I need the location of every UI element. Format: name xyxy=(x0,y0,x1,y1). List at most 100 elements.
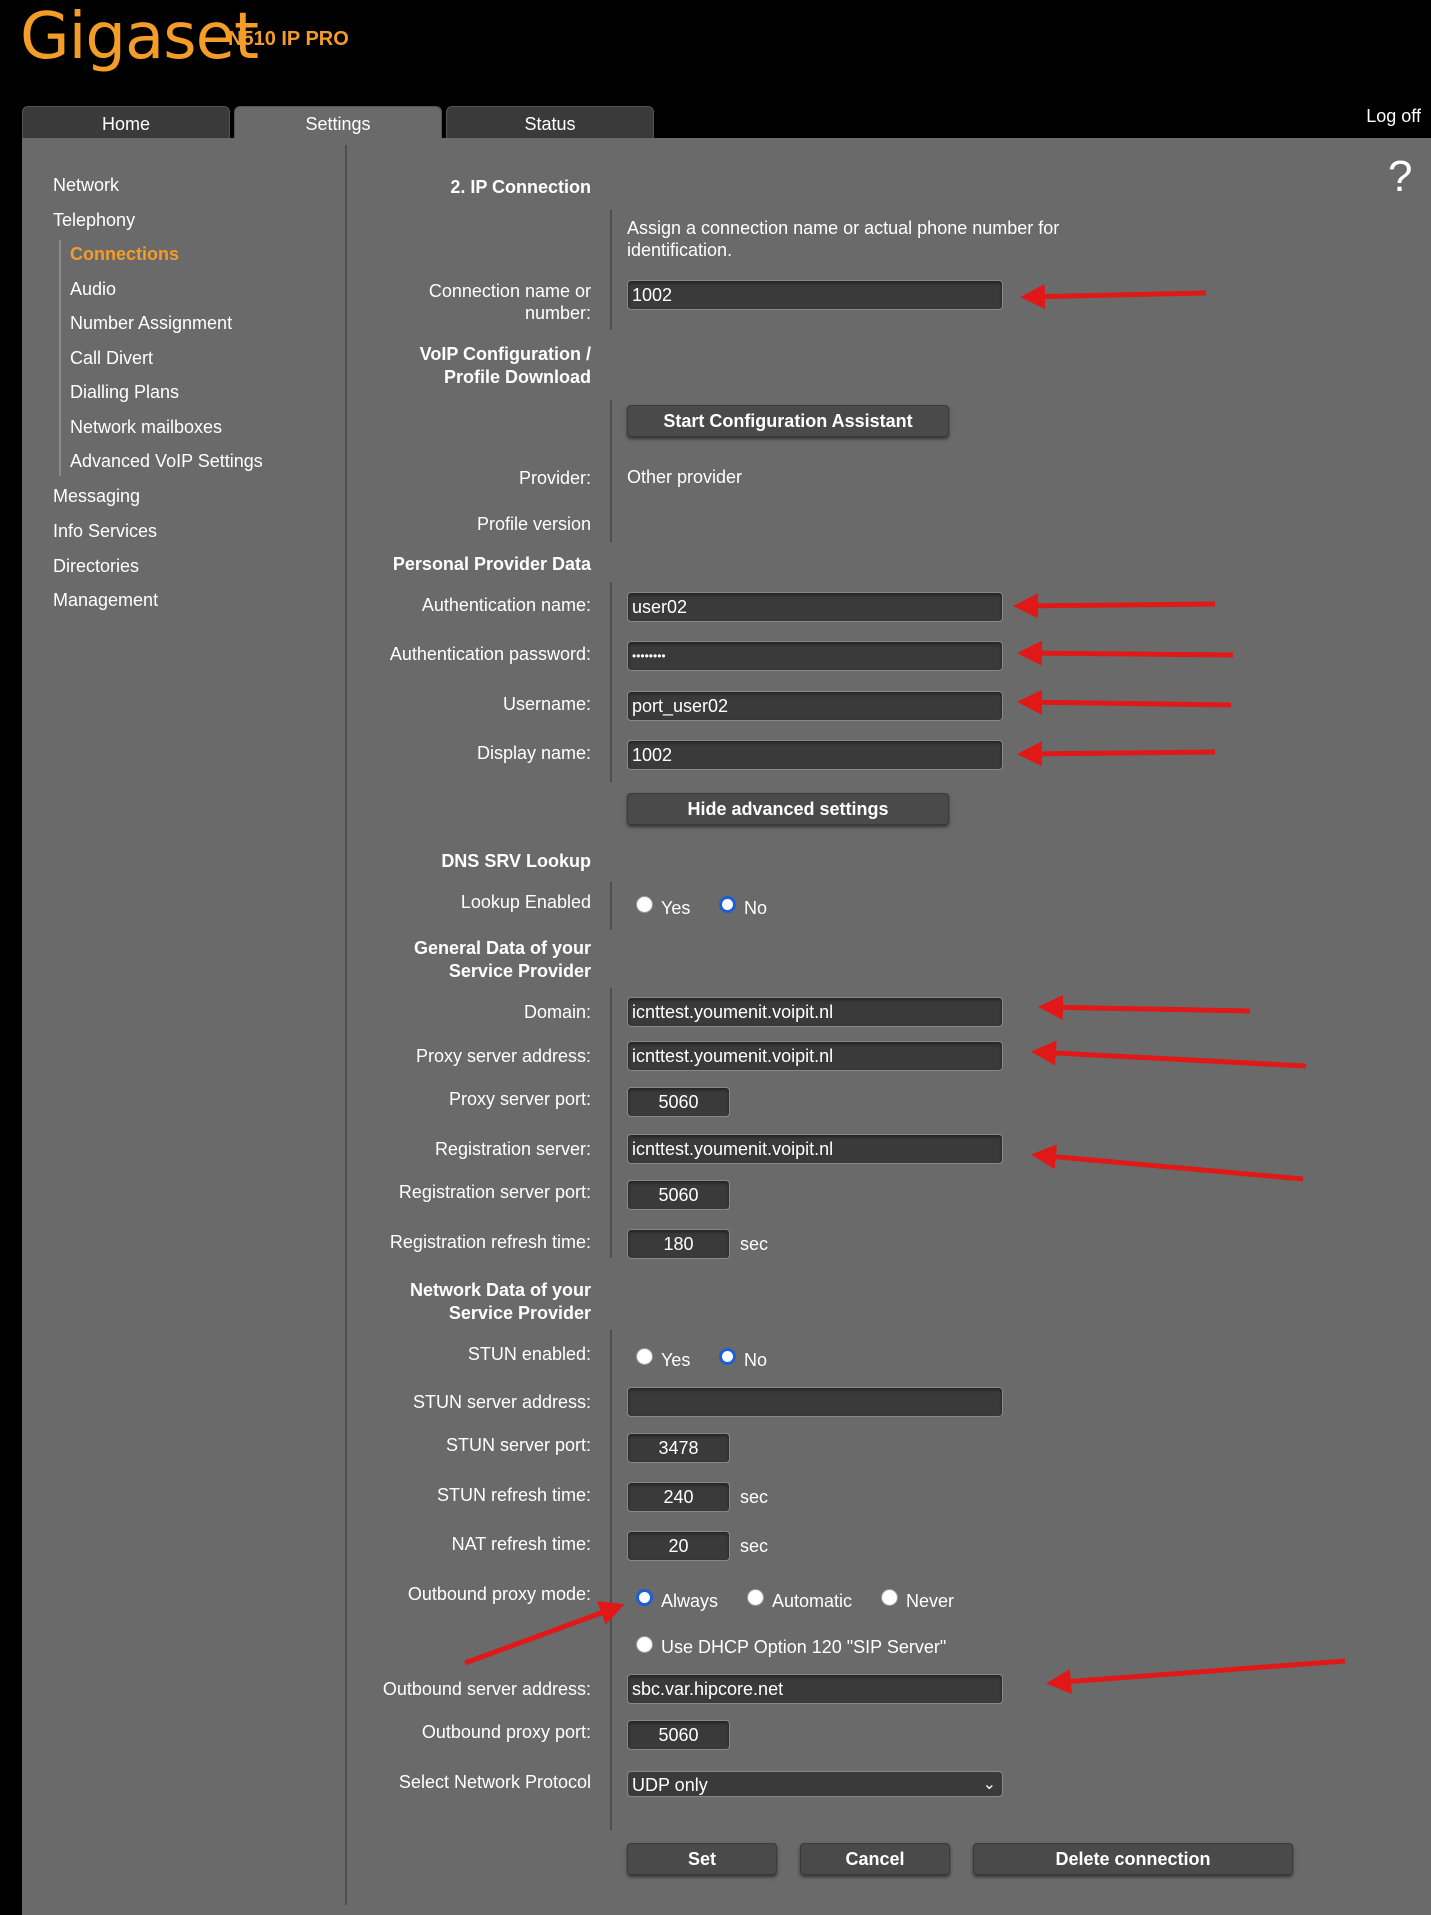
hide-advanced-button[interactable]: Hide advanced settings xyxy=(627,793,949,825)
auth-password-label: Authentication password: xyxy=(389,644,591,664)
start-assistant-button[interactable]: Start Configuration Assistant xyxy=(627,405,949,437)
auth-name-label: Authentication name: xyxy=(421,595,591,615)
outbound-port-input[interactable]: 5060 xyxy=(627,1720,730,1750)
outbound-dhcp-label[interactable]: Use DHCP Option 120 "SIP Server" xyxy=(661,1637,946,1658)
sidebar-item-directories[interactable]: Directories xyxy=(53,556,139,577)
proxy-address-input[interactable]: icnttest.youmenit.voipit.nl xyxy=(627,1041,1003,1071)
submenu-indicator xyxy=(59,240,61,476)
field-separator xyxy=(610,210,612,330)
protocol-select-value: UDP only xyxy=(632,1775,708,1795)
sidebar-item-call-divert[interactable]: Call Divert xyxy=(70,348,153,369)
sidebar-item-advanced-voip[interactable]: Advanced VoIP Settings xyxy=(70,451,263,472)
stun-port-input[interactable]: 3478 xyxy=(627,1433,730,1463)
lookup-no-radio[interactable] xyxy=(719,896,736,913)
outbound-never-radio[interactable] xyxy=(881,1589,898,1606)
stun-enabled-label: STUN enabled: xyxy=(467,1344,591,1364)
sidebar-item-audio[interactable]: Audio xyxy=(70,279,116,300)
outbound-address-label: Outbound server address: xyxy=(382,1679,591,1699)
registration-refresh-input[interactable]: 180 xyxy=(627,1229,730,1259)
outbound-always-label[interactable]: Always xyxy=(661,1591,718,1612)
delete-connection-button[interactable]: Delete connection xyxy=(973,1843,1293,1875)
tab-settings[interactable]: Settings xyxy=(234,106,442,142)
tab-home[interactable]: Home xyxy=(22,106,230,140)
display-name-label: Display name: xyxy=(476,743,591,763)
field-separator xyxy=(610,988,612,1258)
username-input[interactable]: port_user02 xyxy=(627,691,1003,721)
field-separator xyxy=(610,1330,612,1830)
registration-port-label: Registration server port: xyxy=(398,1182,591,1202)
logoff-link[interactable]: Log off xyxy=(1366,106,1421,127)
stun-yes-radio[interactable] xyxy=(636,1348,653,1365)
username-label: Username: xyxy=(502,694,591,714)
stun-no-radio[interactable] xyxy=(719,1348,736,1365)
section-network-data: Network Data of your Service Provider xyxy=(409,1280,591,1323)
field-separator xyxy=(610,400,612,542)
outbound-never-label[interactable]: Never xyxy=(906,1591,954,1612)
lookup-yes-radio[interactable] xyxy=(636,896,653,913)
nat-refresh-unit: sec xyxy=(740,1536,769,1556)
proxy-port-input[interactable]: 5060 xyxy=(627,1087,730,1117)
cancel-button[interactable]: Cancel xyxy=(800,1843,950,1875)
help-icon[interactable]: ? xyxy=(1388,152,1412,202)
sidebar-item-telephony[interactable]: Telephony xyxy=(53,210,135,231)
lookup-yes-label[interactable]: Yes xyxy=(661,898,690,919)
nat-refresh-input[interactable]: 20 xyxy=(627,1531,730,1561)
profile-version-label: Profile version xyxy=(476,514,591,534)
section-personal-provider: Personal Provider Data xyxy=(392,554,591,574)
stun-no-label[interactable]: No xyxy=(744,1350,767,1371)
domain-input[interactable]: icnttest.youmenit.voipit.nl xyxy=(627,997,1003,1027)
display-name-input[interactable]: 1002 xyxy=(627,740,1003,770)
sidebar-item-network[interactable]: Network xyxy=(53,175,119,196)
outbound-mode-label: Outbound proxy mode: xyxy=(407,1584,591,1604)
model-name: N510 IP PRO xyxy=(228,28,349,50)
assign-hint: Assign a connection name or actual phone… xyxy=(627,218,1060,260)
registration-server-input[interactable]: icnttest.youmenit.voipit.nl xyxy=(627,1134,1003,1164)
set-button[interactable]: Set xyxy=(627,1843,777,1875)
registration-server-label: Registration server: xyxy=(434,1139,591,1159)
registration-refresh-unit: sec xyxy=(740,1234,769,1254)
lookup-no-label[interactable]: No xyxy=(744,898,767,919)
stun-address-input[interactable] xyxy=(627,1387,1003,1417)
outbound-port-label: Outbound proxy port: xyxy=(421,1722,591,1742)
proxy-port-label: Proxy server port: xyxy=(448,1089,591,1109)
stun-address-label: STUN server address: xyxy=(412,1392,591,1412)
outbound-automatic-label[interactable]: Automatic xyxy=(772,1591,852,1612)
auth-password-input[interactable]: •••••••• xyxy=(627,641,1003,671)
stun-refresh-unit: sec xyxy=(740,1487,769,1507)
tab-status[interactable]: Status xyxy=(446,106,654,140)
nat-refresh-label: NAT refresh time: xyxy=(451,1534,591,1554)
sidebar-item-number-assignment[interactable]: Number Assignment xyxy=(70,313,232,334)
outbound-always-radio[interactable] xyxy=(636,1589,653,1606)
conn-name-label: Connection name or number: xyxy=(428,281,591,323)
stun-port-label: STUN server port: xyxy=(445,1435,591,1455)
chevron-down-icon: ⌄ xyxy=(982,1776,996,1793)
field-separator xyxy=(610,582,612,782)
outbound-automatic-radio[interactable] xyxy=(747,1589,764,1606)
sidebar-item-messaging[interactable]: Messaging xyxy=(53,486,140,507)
sidebar-item-connections[interactable]: Connections xyxy=(70,244,179,265)
sidebar-item-network-mailboxes[interactable]: Network mailboxes xyxy=(70,417,222,438)
protocol-select[interactable]: UDP only ⌄ xyxy=(627,1771,1003,1797)
provider-value: Other provider xyxy=(627,467,743,487)
stun-refresh-label: STUN refresh time: xyxy=(436,1485,591,1505)
section-voip-config: VoIP Configuration / Profile Download xyxy=(419,344,591,387)
gigaset-logo: Gigaset xyxy=(20,0,259,74)
domain-label: Domain: xyxy=(523,1002,591,1022)
registration-port-input[interactable]: 5060 xyxy=(627,1180,730,1210)
sidebar-item-info-services[interactable]: Info Services xyxy=(53,521,157,542)
section-ip-connection: 2. IP Connection xyxy=(450,177,591,197)
lookup-enabled-label: Lookup Enabled xyxy=(460,892,591,912)
section-general-data: General Data of your Service Provider xyxy=(413,938,591,981)
sidebar-divider xyxy=(345,145,347,1905)
provider-label: Provider: xyxy=(518,468,591,488)
stun-refresh-input[interactable]: 240 xyxy=(627,1482,730,1512)
stun-yes-label[interactable]: Yes xyxy=(661,1350,690,1371)
auth-name-input[interactable]: user02 xyxy=(627,592,1003,622)
sidebar-item-dialling-plans[interactable]: Dialling Plans xyxy=(70,382,179,403)
conn-name-input[interactable]: 1002 xyxy=(627,280,1003,310)
registration-refresh-label: Registration refresh time: xyxy=(389,1232,591,1252)
outbound-address-input[interactable]: sbc.var.hipcore.net xyxy=(627,1674,1003,1704)
sidebar-item-management[interactable]: Management xyxy=(53,590,158,611)
outbound-dhcp-radio[interactable] xyxy=(636,1636,653,1653)
protocol-label: Select Network Protocol xyxy=(398,1772,591,1792)
